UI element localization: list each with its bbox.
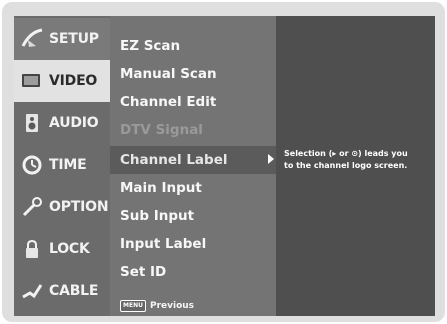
menu-item-label: Set ID xyxy=(120,264,167,280)
tv-icon xyxy=(20,70,44,92)
category-sidebar: SETUP VIDEO AUDIO TIME OPTION LOCK CABLE xyxy=(14,16,110,316)
menu-item-ez-scan[interactable]: EZ Scan xyxy=(110,32,276,60)
menu-previous-hint: MENU Previous xyxy=(110,296,276,316)
sidebar-item-label: LOCK xyxy=(49,241,90,257)
menu-key-icon: MENU xyxy=(120,300,146,312)
sidebar-item-label: CABLE xyxy=(49,283,99,299)
sidebar-item-label: TIME xyxy=(49,157,87,173)
sidebar-item-label: VIDEO xyxy=(49,73,98,89)
cable-icon xyxy=(20,280,44,302)
sidebar-item-label: AUDIO xyxy=(49,115,99,131)
menu-item-label: Manual Scan xyxy=(120,66,217,82)
help-text: Selection (▸ or ⊙) leads you to the chan… xyxy=(284,149,408,170)
sidebar-item-label: OPTION xyxy=(49,199,109,215)
sidebar-item-lock[interactable]: LOCK xyxy=(14,228,110,270)
clock-icon xyxy=(20,154,44,176)
menu-item-manual-scan[interactable]: Manual Scan xyxy=(110,60,276,88)
speaker-icon xyxy=(20,112,44,134)
menu-item-input-label[interactable]: Input Label xyxy=(110,230,276,258)
sidebar-item-time[interactable]: TIME xyxy=(14,144,110,186)
menu-item-dtv-signal: DTV Signal xyxy=(110,116,276,144)
menu-item-label: DTV Signal xyxy=(120,122,203,138)
menu-item-channel-edit[interactable]: Channel Edit xyxy=(110,88,276,116)
arrow-right-icon xyxy=(268,154,274,164)
menu-item-sub-input[interactable]: Sub Input xyxy=(110,202,276,230)
previous-text: Previous xyxy=(150,301,195,311)
tv-osd-frame: SETUP VIDEO AUDIO TIME OPTION LOCK CABLE… xyxy=(2,2,445,322)
menu-item-label: EZ Scan xyxy=(120,38,181,54)
menu-item-channel-label[interactable]: Channel Label xyxy=(110,146,276,174)
sidebar-item-setup[interactable]: SETUP xyxy=(14,18,110,60)
menu-item-label: Main Input xyxy=(120,180,202,196)
sidebar-item-cable[interactable]: CABLE xyxy=(14,270,110,312)
wrench-icon xyxy=(20,196,44,218)
menu-item-label: Sub Input xyxy=(120,208,195,224)
setup-menu-list: EZ Scan Manual Scan Channel Edit DTV Sig… xyxy=(110,16,276,316)
menu-item-set-id[interactable]: Set ID xyxy=(110,258,276,286)
menu-item-label: Channel Edit xyxy=(120,94,217,110)
satellite-dish-icon xyxy=(20,28,44,50)
sidebar-item-audio[interactable]: AUDIO xyxy=(14,102,110,144)
menu-item-label: Input Label xyxy=(120,236,207,252)
padlock-icon xyxy=(20,238,44,260)
sidebar-item-video[interactable]: VIDEO xyxy=(14,60,110,102)
sidebar-item-label: SETUP xyxy=(49,31,99,47)
info-panel: Selection (▸ or ⊙) leads you to the chan… xyxy=(276,16,435,316)
sidebar-item-option[interactable]: OPTION xyxy=(14,186,110,228)
osd-screen: SETUP VIDEO AUDIO TIME OPTION LOCK CABLE… xyxy=(14,16,435,316)
menu-item-main-input[interactable]: Main Input xyxy=(110,174,276,202)
menu-item-label: Channel Label xyxy=(120,152,228,168)
